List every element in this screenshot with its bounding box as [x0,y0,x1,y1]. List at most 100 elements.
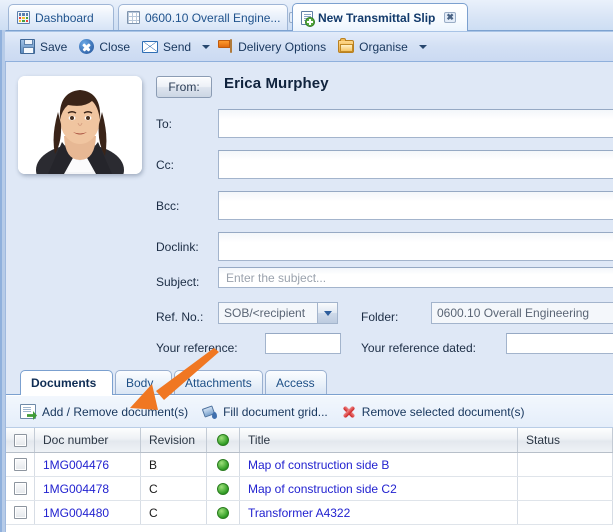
window-tab-new-transmittal-slip[interactable]: New Transmittal Slip ✖ [292,3,468,31]
fill-document-grid-button[interactable]: Fill document grid... [201,404,328,419]
close-circle-icon [79,39,95,54]
chevron-down-icon[interactable] [317,303,337,323]
folder-icon [338,38,355,53]
cell-title[interactable]: Map of construction side C2 [240,477,518,500]
subject-placeholder: Enter the subject... [226,271,327,285]
select-all-header[interactable] [6,428,35,452]
left-rail-edge [0,30,2,532]
remove-selected-documents-button[interactable]: Remove selected document(s) [342,405,525,419]
cell-title[interactable]: Transformer A4322 [240,501,518,524]
column-header-doc-number[interactable]: Doc number [35,428,141,452]
tab-body[interactable]: Body [115,370,172,395]
your-reference-dated-input[interactable] [506,333,613,354]
status-dot-icon [217,506,229,519]
from-name: Erica Murphey [224,75,329,92]
close-button[interactable]: Close [73,35,136,58]
organise-button-label: Organise [359,39,408,54]
dashboard-icon [17,11,30,24]
to-input[interactable] [218,109,613,138]
bcc-label: Bcc: [156,199,180,213]
cell-status-dot [207,477,240,500]
save-icon [20,39,35,54]
cc-input[interactable] [218,150,613,179]
cc-label: Cc: [156,158,174,172]
spreadsheet-icon [127,11,140,24]
tab-access[interactable]: Access [265,370,327,395]
cell-doc-number[interactable]: 1MG004480 [35,501,141,524]
folder-input[interactable]: 0600.10 Overall Engineering [431,302,613,324]
tab-attachments[interactable]: Attachments [174,370,263,395]
section-tab-bar: Documents Body Attachments Access [6,370,613,396]
table-row[interactable]: 1MG004476 B Map of construction side B [6,453,613,477]
add-remove-documents-label: Add / Remove document(s) [42,404,189,419]
row-checkbox[interactable] [13,458,27,471]
save-button-label: Save [40,39,68,54]
to-label: To: [156,117,173,131]
row-checkbox[interactable] [13,506,27,519]
fill-document-grid-label: Fill document grid... [223,404,328,419]
transmittal-form: From: Erica Murphey To: Cc: Bcc: Doclink… [6,62,613,367]
save-button[interactable]: Save [14,35,73,58]
folder-label: Folder: [361,310,399,324]
window-tab-dashboard[interactable]: Dashboard [8,4,114,30]
your-reference-input[interactable] [265,333,341,354]
doclink-input[interactable] [218,232,613,261]
your-reference-label: Your reference: [156,341,238,355]
send-dropdown-chevron-down-icon[interactable] [202,44,211,49]
cell-status [518,477,613,500]
column-header-revision[interactable]: Revision [141,428,207,452]
cell-revision: B [141,453,207,476]
grid-header-row: Doc number Revision Title Status [6,428,613,453]
cell-status-dot [207,501,240,524]
table-row[interactable]: 1MG004480 C Transformer A4322 [6,501,613,525]
from-button[interactable]: From: [156,76,212,98]
cell-doc-number[interactable]: 1MG004478 [35,477,141,500]
bcc-input[interactable] [218,191,613,220]
tab-documents[interactable]: Documents [20,370,113,395]
delivery-options-button[interactable]: Delivery Options [212,35,332,58]
flag-icon [218,39,233,54]
organise-dropdown-chevron-down-icon[interactable] [418,44,427,49]
doc-number-link[interactable]: 1MG004480 [43,506,109,520]
organise-button[interactable]: Organise [332,35,414,58]
delivery-options-label: Delivery Options [238,39,327,54]
window-tab-project[interactable]: 0600.10 Overall Engine... ✖ [118,4,301,30]
send-button-label: Send [163,39,192,54]
main-toolbar: Save Close Send Delivery Options Organis… [5,31,613,62]
status-dot-icon [217,434,229,446]
tab-label: Body [126,376,154,390]
documents-toolbar: Add / Remove document(s) Fill document g… [6,396,613,428]
window-tab-label: 0600.10 Overall Engine... [145,10,281,25]
row-select-cell[interactable] [6,453,35,476]
select-all-checkbox[interactable] [13,433,27,447]
column-header-title[interactable]: Title [240,428,518,452]
row-checkbox[interactable] [13,482,27,495]
column-header-status-dot[interactable] [207,428,240,452]
title-link[interactable]: Map of construction side B [248,458,389,472]
send-button[interactable]: Send [136,35,197,58]
cell-status-dot [207,453,240,476]
close-button-label: Close [99,39,131,54]
status-dot-icon [217,458,229,471]
doc-number-link[interactable]: 1MG004478 [43,482,109,496]
fill-grid-icon [201,404,218,419]
row-select-cell[interactable] [6,477,35,500]
cell-status [518,501,613,524]
title-link[interactable]: Map of construction side C2 [248,482,397,496]
add-remove-documents-button[interactable]: Add / Remove document(s) [20,404,189,420]
cell-title[interactable]: Map of construction side B [240,453,518,476]
close-icon[interactable]: ✖ [444,12,456,23]
ref-no-value: SOB/<recipient [224,306,306,320]
status-dot-icon [217,482,229,495]
ref-no-select[interactable]: SOB/<recipient [218,302,338,324]
tab-label: Access [276,376,315,390]
table-row[interactable]: 1MG004478 C Map of construction side C2 [6,477,613,501]
title-link[interactable]: Transformer A4322 [248,506,350,520]
column-header-status[interactable]: Status [518,428,613,452]
cell-doc-number[interactable]: 1MG004476 [35,453,141,476]
row-select-cell[interactable] [6,501,35,524]
avatar-photo [18,76,142,174]
documents-grid: Doc number Revision Title Status 1MG0044… [6,428,613,532]
doc-number-link[interactable]: 1MG004476 [43,458,109,472]
add-remove-document-icon [20,404,37,420]
